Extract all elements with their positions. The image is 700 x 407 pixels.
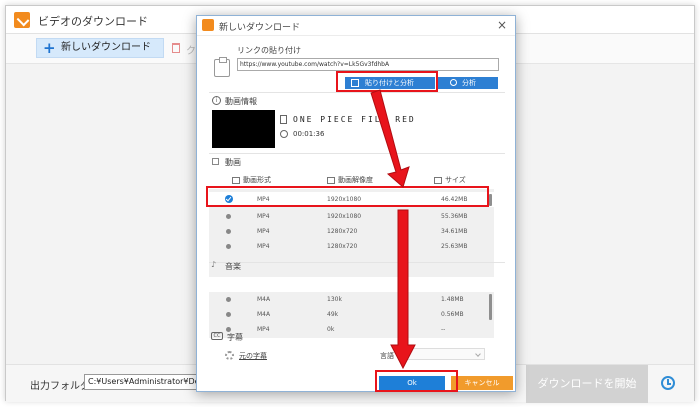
divider — [209, 92, 505, 93]
row-format: MP4 — [257, 213, 270, 220]
table-row[interactable]: M4A 130k 1.48MB — [209, 292, 494, 307]
format-column-header: 動画形式 — [232, 175, 271, 185]
language-label: 言語 — [380, 352, 394, 360]
radio-icon[interactable] — [226, 229, 231, 234]
row-format: MP4 — [257, 243, 270, 250]
resolution-column-header: 動画解像度 — [327, 175, 373, 185]
clock-icon — [280, 130, 288, 138]
table-row[interactable]: MP4 1920x1080 55.36MB — [209, 209, 494, 224]
divider — [209, 153, 505, 154]
row-resolution: 1920x1080 — [327, 213, 362, 220]
resolution-column-label: 動画解像度 — [338, 176, 373, 184]
row-size: 34.61MB — [441, 228, 468, 235]
dialog-title: 新しいダウンロード — [219, 23, 301, 33]
format-column-label: 動画形式 — [243, 176, 271, 184]
size-column-header: サイズ — [434, 175, 466, 185]
dialog-title-bar: 新しいダウンロード × — [197, 16, 515, 36]
clipboard-paste-icon — [214, 57, 230, 77]
closed-caption-icon: CC — [211, 332, 223, 340]
search-icon — [450, 79, 457, 86]
highlight-box — [206, 186, 489, 207]
paste-link-label: リンクの貼り付け — [237, 46, 301, 55]
video-info-label: 動画情報 — [225, 97, 257, 106]
radio-icon[interactable] — [226, 297, 231, 302]
cancel-button[interactable]: キャンセル — [451, 376, 513, 390]
row-size: 0.56MB — [441, 311, 464, 318]
resolution-icon — [327, 176, 335, 184]
row-size: 1.48MB — [441, 296, 464, 303]
row-format: M4A — [257, 311, 271, 318]
row-format: MP4 — [257, 326, 270, 333]
radio-icon[interactable] — [226, 214, 231, 219]
audio-section-label: 音楽 — [225, 262, 241, 271]
video-title: ONE PIECE FILM RED — [293, 115, 416, 124]
loading-spinner-icon — [225, 351, 234, 360]
row-bitrate: 130k — [327, 296, 342, 303]
new-download-button[interactable]: + 新しいダウンロード — [36, 38, 164, 58]
row-resolution: 1280x720 — [327, 243, 358, 250]
highlight-box — [375, 370, 458, 392]
new-download-label: 新しいダウンロード — [61, 42, 151, 53]
analyze-label: 分析 — [462, 79, 476, 87]
video-duration: 00:01:36 — [293, 130, 325, 138]
main-window-title: ビデオのダウンロード — [38, 15, 148, 28]
video-thumbnail — [212, 110, 275, 148]
app-download-icon — [14, 12, 30, 28]
row-bitrate: 49k — [327, 311, 339, 318]
alarm-clock-icon[interactable] — [661, 376, 675, 390]
radio-icon[interactable] — [226, 312, 231, 317]
plus-icon: + — [43, 39, 56, 57]
clear-button-label[interactable]: ク — [186, 42, 196, 57]
table-row[interactable]: M4A 49k 0.56MB — [209, 307, 494, 322]
size-column-label: サイズ — [445, 176, 466, 184]
table-row[interactable]: MP4 0k -- — [209, 322, 494, 337]
radio-icon[interactable] — [226, 244, 231, 249]
output-folder-field[interactable]: C:¥Users¥Administrator¥Desktop — [84, 374, 199, 390]
film-icon — [232, 176, 240, 184]
language-select[interactable] — [399, 348, 485, 360]
close-icon[interactable]: × — [497, 18, 507, 32]
folder-icon — [434, 176, 442, 184]
row-format: MP4 — [257, 228, 270, 235]
dialog-app-icon — [202, 19, 214, 31]
audio-table-scrollbar[interactable] — [489, 294, 492, 320]
divider — [209, 262, 505, 263]
music-note-icon: ♪ — [211, 260, 217, 269]
table-row[interactable]: MP4 1280x720 25.63MB — [209, 239, 494, 254]
row-format: M4A — [257, 296, 271, 303]
screenshot-frame: ビデオのダウンロード + 新しいダウンロード ク 出力フォルダ： C:¥User… — [0, 0, 700, 407]
file-icon — [280, 115, 287, 124]
video-section-label: 動画 — [225, 158, 241, 167]
video-section-toggle-icon[interactable] — [212, 158, 219, 165]
row-bitrate: 0k — [327, 326, 335, 333]
url-input[interactable]: https://www.youtube.com/watch?v=Lk5Gv3fd… — [237, 58, 499, 71]
table-row[interactable]: MP4 1280x720 34.61MB — [209, 224, 494, 239]
row-size: -- — [441, 326, 446, 333]
start-download-button[interactable]: ダウンロードを開始 — [526, 365, 648, 403]
trash-icon[interactable] — [172, 43, 180, 53]
info-icon: i — [212, 96, 221, 105]
video-table-scrollbar[interactable] — [489, 194, 492, 206]
audio-format-table: M4A 130k 1.48MB M4A 49k 0.56MB MP4 0k -- — [209, 292, 494, 338]
subtitle-section-label: 字幕 — [227, 333, 243, 342]
analyze-button[interactable]: 分析 — [438, 77, 498, 89]
original-subtitle-link[interactable]: 元の字幕 — [239, 351, 267, 361]
row-size: 25.63MB — [441, 243, 468, 250]
highlight-box — [336, 71, 438, 92]
row-resolution: 1280x720 — [327, 228, 358, 235]
row-size: 55.36MB — [441, 213, 468, 220]
